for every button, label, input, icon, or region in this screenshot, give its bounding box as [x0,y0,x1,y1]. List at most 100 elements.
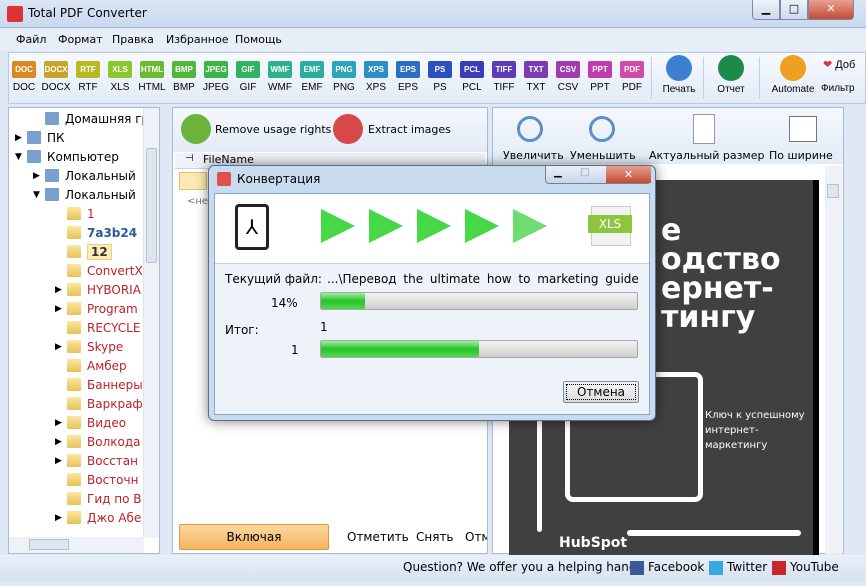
close-button[interactable]: ✕ [808,0,854,20]
tree-item[interactable]: RECYCLE [67,319,140,337]
automate-button[interactable]: Automate [765,55,821,95]
zoom-in-icon [517,116,543,142]
tree-expander-icon[interactable]: ▶ [55,456,62,466]
tree-item[interactable]: Skype [67,338,123,356]
format-button-ps[interactable]: PS PS [425,57,455,93]
tree-item[interactable]: Варкраф [67,395,143,413]
unmark-button[interactable]: Снять [416,530,454,544]
tree-horizontal-scrollbar[interactable] [9,537,144,553]
tree-expander-icon[interactable]: ▶ [55,437,62,447]
tree-item[interactable]: 1 [67,205,95,223]
format-button-eps[interactable]: EPS EPS [393,57,423,93]
remove-usage-rights-button[interactable]: Remove usage rights [215,123,331,136]
format-button-docx[interactable]: DOCX DOCX [41,57,71,93]
png-file-icon: PNG [332,61,356,78]
fit-width-button[interactable]: По ширине [769,149,833,162]
preview-scrollbar[interactable] [825,166,842,554]
folder-tree[interactable]: Джо Абе Гид по В Восточн Восстан Волкода Виде… [8,107,160,554]
format-button-csv[interactable]: CSV CSV [553,57,583,93]
format-toolbar: DOC DOC DOCX DOCX RTF RTF XLS XLS HTML HTML BMP BMP… [8,52,866,104]
tree-item[interactable]: Гид по В [67,490,141,508]
format-button-png[interactable]: PNG PNG [329,57,359,93]
include-subdirs-button[interactable]: Включая поддиректории [179,524,329,568]
tree-item[interactable]: Видео [67,414,126,432]
tree-item-label: Локальный [65,188,136,202]
txt-file-icon: TXT [524,61,548,78]
report-button[interactable]: Отчет [709,55,753,95]
tree-item[interactable]: HYBORIA [67,281,141,299]
tree-expander-icon[interactable]: ▶ [55,513,62,523]
menu-bar: Файл Формат Правка Избранное Помощь [0,29,866,51]
tree-item[interactable]: Джо Абе [67,509,141,527]
maximize-button[interactable]: □ [780,0,808,20]
tree-item[interactable]: 12 [67,243,112,261]
format-button-gif[interactable]: GIF GIF [233,57,263,93]
format-button-pdf[interactable]: PDF PDF [617,57,647,93]
actual-size-button[interactable]: Актуальный размер [649,149,764,162]
tree-expander-icon[interactable]: ▶ [55,304,62,314]
print-button[interactable]: Печать [657,55,701,95]
mark-all-button[interactable]: Отметить [347,530,409,544]
minimize-button[interactable]: ▁ [752,0,780,20]
tree-expander-icon[interactable]: ▶ [55,285,62,295]
menu-file[interactable]: Файл [16,33,46,46]
tree-item[interactable]: Амбер [67,357,127,375]
format-button-tiff[interactable]: TIFF TIFF [489,57,519,93]
tree-vertical-scrollbar[interactable] [143,108,159,538]
dialog-title: Конвертация [237,172,321,186]
format-button-pcl[interactable]: PCL PCL [457,57,487,93]
format-button-wmf[interactable]: WMF WMF [265,57,295,93]
ps-file-icon: PS [428,61,452,78]
format-button-xls[interactable]: XLS XLS [105,57,135,93]
tree-item[interactable]: Баннеры [67,376,143,394]
tree-item[interactable]: Компьютер [27,148,119,166]
zoom-in-button[interactable]: Увеличить [503,149,564,162]
format-button-emf[interactable]: EMF EMF [297,57,327,93]
dialog-close-button[interactable]: ✕ [606,166,651,183]
format-button-doc[interactable]: DOC DOC [9,57,39,93]
menu-help[interactable]: Помощь [235,33,282,46]
cancel-button[interactable]: Отмена [563,381,639,403]
youtube-link[interactable]: YouTube [790,560,839,574]
format-button-rtf[interactable]: RTF RTF [73,57,103,93]
html-file-icon: HTML [140,61,164,78]
dialog-minimize-button[interactable]: ▁ [554,167,562,178]
tree-expander-icon[interactable]: ▼ [15,152,22,162]
tree-expander-icon[interactable]: ▶ [33,171,40,181]
format-button-xps[interactable]: XPS XPS [361,57,391,93]
format-button-jpeg[interactable]: JPEG JPEG [201,57,231,93]
other-button[interactable]: Отм [465,530,487,544]
tree-item[interactable]: Локальный [45,167,136,185]
tree-item[interactable]: Восстан [67,452,138,470]
tree-expander-icon[interactable]: ▼ [33,190,40,200]
tree-item[interactable]: 7a3b24 [67,224,137,242]
format-button-ppt[interactable]: PPT PPT [585,57,615,93]
format-button-txt[interactable]: TXT TXT [521,57,551,93]
format-label: DOCX [41,82,71,93]
extract-images-button[interactable]: Extract images [368,123,451,136]
tree-expander-icon[interactable]: ▶ [55,418,62,428]
format-button-html[interactable]: HTML HTML [137,57,167,93]
tree-item[interactable]: ConvertX [67,262,143,280]
twitter-link[interactable]: Twitter [727,560,767,574]
zoom-out-button[interactable]: Уменьшить [570,149,636,162]
filter-button[interactable]: ❤ Доб Фильтр [821,55,866,94]
menu-favorites[interactable]: Избранное [166,33,228,46]
tree-item[interactable]: Волкода [67,433,140,451]
tree-item[interactable]: Program [67,300,138,318]
format-button-bmp[interactable]: BMP BMP [169,57,199,93]
tree-item[interactable]: Восточн [67,471,138,489]
tree-expander-icon[interactable]: ▶ [55,342,62,352]
tree-expander-icon[interactable]: ▶ [15,133,22,143]
file-row-icon[interactable] [179,172,207,190]
menu-edit[interactable]: Правка [112,33,154,46]
tree-item[interactable]: ПК [27,129,65,147]
total-progress-bar [320,340,638,358]
menu-format[interactable]: Формат [58,33,103,46]
progress-arrow-icon [465,209,499,243]
facebook-link[interactable]: Facebook [648,560,704,574]
page-title-line: е [661,213,682,248]
tree-item[interactable]: Домашняя гру [45,110,156,128]
tree-item[interactable]: Локальный [45,186,136,204]
folder-icon [67,302,81,315]
